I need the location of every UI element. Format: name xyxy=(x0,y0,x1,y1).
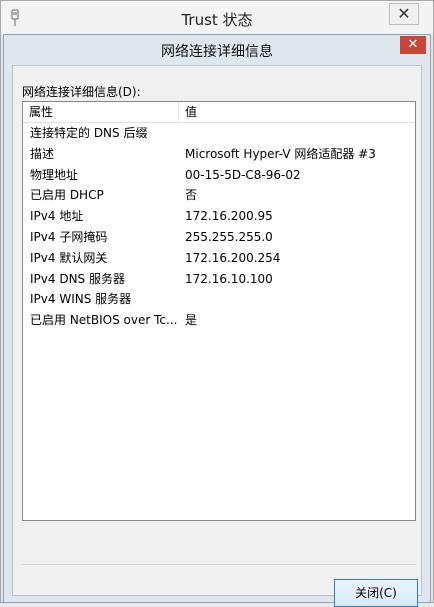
table-row[interactable]: 已启用 NetBIOS over Tc... 是 xyxy=(23,310,415,331)
column-header-value[interactable]: 值 xyxy=(179,102,415,122)
row-value: 172.16.200.95 xyxy=(185,209,273,224)
row-value: 255.255.255.0 xyxy=(185,229,273,244)
details-listview[interactable]: 属性 值 连接特定的 DNS 后缀 描述 Microsoft Hyper-V 网… xyxy=(22,101,416,521)
row-property: 已启用 DHCP xyxy=(30,188,104,203)
row-property: IPv4 DNS 服务器 xyxy=(30,271,125,286)
table-row[interactable]: IPv4 子网掩码 255.255.255.0 xyxy=(23,227,415,248)
row-value: 172.16.10.100 xyxy=(185,271,273,286)
row-property: 描述 xyxy=(30,146,55,161)
table-row[interactable]: 物理地址 00-15-5D-C8-96-02 xyxy=(23,165,415,186)
row-value: 是 xyxy=(185,313,198,328)
dialog-titlebar[interactable]: 网络连接详细信息 ✕ xyxy=(4,35,430,63)
row-value: Microsoft Hyper-V 网络适配器 #3 xyxy=(185,146,376,161)
row-value: 00-15-5D-C8-96-02 xyxy=(185,167,301,182)
table-row[interactable]: 描述 Microsoft Hyper-V 网络适配器 #3 xyxy=(23,144,415,165)
dialog-close-button[interactable]: ✕ xyxy=(400,36,426,54)
row-value xyxy=(185,289,410,310)
details-section-label: 网络连接详细信息(D): xyxy=(22,85,141,99)
column-header-property[interactable]: 属性 xyxy=(23,102,179,122)
listview-header: 属性 值 xyxy=(23,102,415,123)
table-row[interactable]: 连接特定的 DNS 后缀 xyxy=(23,123,415,144)
row-property: 连接特定的 DNS 后缀 xyxy=(30,126,148,140)
table-row[interactable]: IPv4 DNS 服务器 172.16.10.100 xyxy=(23,269,415,290)
row-property: 已启用 NetBIOS over Tc... xyxy=(30,313,178,328)
row-property: IPv4 WINS 服务器 xyxy=(30,292,132,307)
row-property: IPv4 地址 xyxy=(30,209,84,224)
network-details-dialog: 网络连接详细信息 ✕ 网络连接详细信息(D): 属性 值 连接特定的 DNS 后… xyxy=(3,34,431,607)
row-value: 172.16.200.254 xyxy=(185,250,281,265)
dialog-body: 网络连接详细信息(D): 属性 值 连接特定的 DNS 后缀 描述 Micros… xyxy=(12,65,422,607)
parent-close-button[interactable]: ✕ xyxy=(389,3,419,25)
parent-window-titlebar[interactable]: Trust 状态 ✕ xyxy=(1,1,433,35)
table-row[interactable]: IPv4 地址 172.16.200.95 xyxy=(23,206,415,227)
separator-line xyxy=(22,564,416,565)
parent-window-title: Trust 状态 xyxy=(181,11,253,29)
row-property: IPv4 默认网关 xyxy=(30,250,108,265)
row-property: 物理地址 xyxy=(30,167,79,182)
dialog-title: 网络连接详细信息 xyxy=(161,44,273,60)
table-row[interactable]: 已启用 DHCP 否 xyxy=(23,185,415,206)
table-row[interactable]: IPv4 WINS 服务器 xyxy=(23,289,415,310)
row-property: IPv4 子网掩码 xyxy=(30,229,108,244)
row-value: 否 xyxy=(185,188,198,203)
table-row[interactable]: IPv4 默认网关 172.16.200.254 xyxy=(23,248,415,269)
listview-rows: 连接特定的 DNS 后缀 描述 Microsoft Hyper-V 网络适配器 … xyxy=(23,123,415,331)
row-value xyxy=(185,123,410,144)
